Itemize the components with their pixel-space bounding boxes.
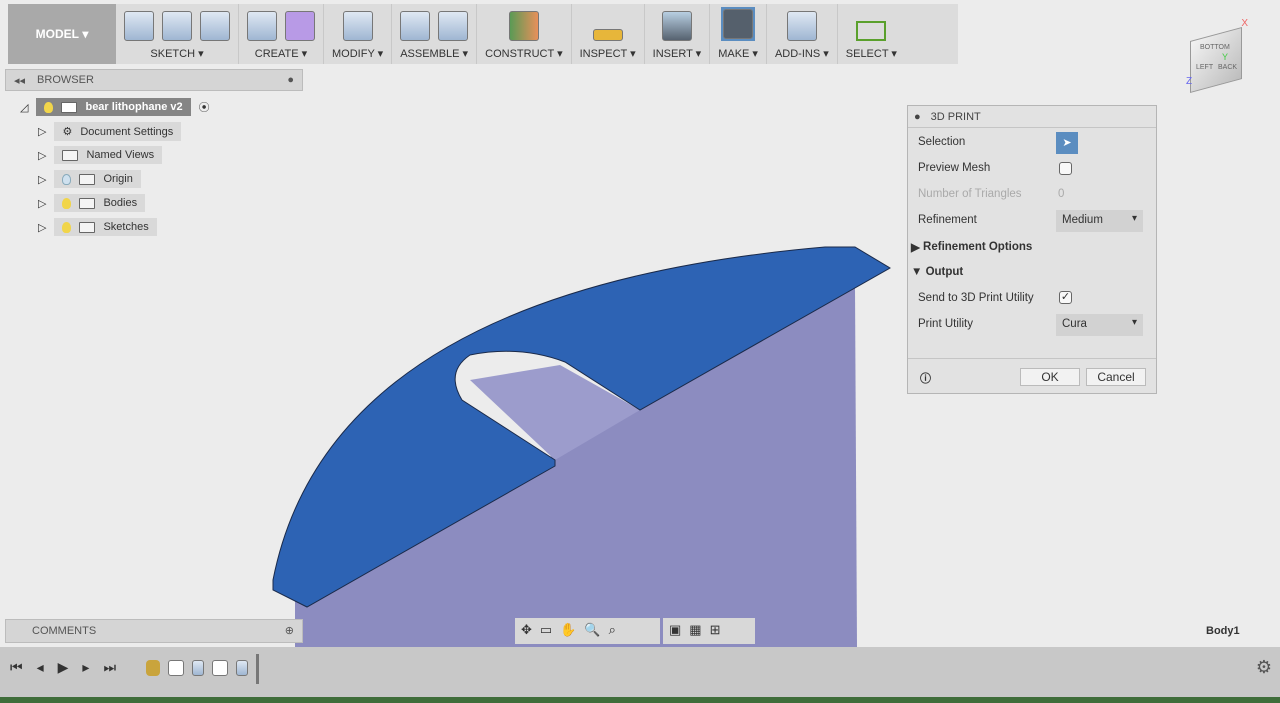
fit-icon[interactable]: ⌕: [609, 622, 616, 640]
viewports-icon[interactable]: ⊞: [710, 622, 721, 640]
look-at-icon[interactable]: ▭: [540, 622, 552, 640]
toolbar-inspect[interactable]: INSPECT ▾: [572, 4, 645, 64]
browser-item-named-views[interactable]: ▷ Named Views: [38, 146, 163, 164]
browser-item-bodies[interactable]: ▷ Bodies: [38, 194, 146, 212]
add-comment-icon[interactable]: ⊕: [285, 624, 294, 637]
toolbar: MODEL ▾ SKETCH ▾ CREATE ▾ MODIFY ▾ ASSEM…: [8, 4, 958, 64]
3d-print-dialog: ● 3D PRINT Selection ➤ Preview Mesh Numbe…: [907, 105, 1157, 394]
scripts-icon[interactable]: [786, 11, 817, 41]
timeline: ⏮ ◂ ▶ ▸ ⏭ ⚙: [0, 647, 1280, 697]
print-utility-dropdown[interactable]: Cura: [1056, 314, 1143, 336]
visibility-bulb-icon[interactable]: [62, 197, 72, 209]
joint-icon[interactable]: [438, 11, 469, 41]
toolbar-select[interactable]: SELECT ▾: [838, 4, 905, 64]
minimize-icon[interactable]: ●: [287, 74, 294, 86]
expand-icon[interactable]: ◿: [20, 101, 28, 114]
visibility-bulb-icon[interactable]: [44, 101, 54, 113]
grid-icon[interactable]: ▦: [689, 622, 701, 640]
expand-icon[interactable]: ▷: [38, 125, 46, 138]
toolbar-make[interactable]: MAKE ▾: [710, 4, 767, 64]
toolbar-add-ins[interactable]: ADD-INS ▾: [767, 4, 838, 64]
activate-radio-icon[interactable]: ⦿: [199, 99, 210, 115]
plane-icon[interactable]: [508, 11, 539, 41]
navigation-bar: ✥ ▭ ✋ 🔍 ⌕ ▣ ▦ ⊞: [515, 618, 760, 644]
send-to-utility-checkbox[interactable]: ✓: [1059, 291, 1072, 304]
cancel-button[interactable]: Cancel: [1086, 368, 1146, 386]
measure-icon[interactable]: [592, 29, 623, 41]
new-component-icon[interactable]: [400, 11, 431, 41]
display-settings-icon[interactable]: ▣: [669, 622, 681, 640]
sketch-create-icon[interactable]: [124, 11, 154, 41]
component-icon: [61, 101, 78, 113]
toolbar-construct[interactable]: CONSTRUCT ▾: [477, 4, 572, 64]
pan-icon[interactable]: ✋: [560, 622, 576, 640]
collapse-dialog-icon[interactable]: ●: [914, 111, 921, 123]
go-to-end-icon[interactable]: ⏭: [103, 659, 116, 676]
browser-item-origin[interactable]: ▷ Origin: [38, 170, 141, 188]
refinement-options-toggle[interactable]: ▶ Refinement Options: [911, 240, 1032, 254]
expand-icon: ▶: [911, 242, 924, 254]
gear-icon: ⚙: [62, 126, 73, 138]
press-pull-icon[interactable]: [342, 11, 373, 41]
gear-icon[interactable]: ⚙: [1256, 657, 1272, 678]
orbit-icon[interactable]: ✥: [521, 622, 532, 640]
expand-icon[interactable]: ▷: [38, 149, 46, 162]
view-cube[interactable]: BOTTOM LEFT BACK X Y Z: [1186, 18, 1248, 93]
browser-item-sketches[interactable]: ▷ Sketches: [38, 218, 157, 236]
expand-icon[interactable]: ▷: [38, 173, 46, 186]
collapse-icon[interactable]: ◂◂: [14, 74, 25, 87]
select-icon[interactable]: [856, 21, 887, 41]
timeline-marker[interactable]: [256, 654, 259, 684]
workspace-switcher[interactable]: MODEL ▾: [8, 4, 116, 64]
selected-body-label: Body1: [1206, 625, 1240, 637]
timeline-component-icon[interactable]: [146, 660, 160, 676]
info-icon[interactable]: ⓘ: [920, 370, 931, 386]
timeline-extrude-icon[interactable]: [236, 660, 248, 676]
output-toggle[interactable]: ▼ Output: [911, 266, 963, 278]
toolbar-assemble[interactable]: ASSEMBLE ▾: [392, 4, 478, 64]
step-forward-icon[interactable]: ▸: [82, 659, 89, 676]
timeline-sketch-icon[interactable]: [168, 660, 184, 676]
visibility-bulb-icon[interactable]: [62, 173, 72, 185]
arc-icon[interactable]: [162, 11, 192, 41]
browser-item-document-settings[interactable]: ▷ ⚙ Document Settings: [38, 122, 182, 141]
refinement-dropdown[interactable]: Medium: [1056, 210, 1143, 232]
toolbar-insert[interactable]: INSERT ▾: [645, 4, 711, 64]
play-icon[interactable]: ▶: [58, 659, 69, 676]
step-back-icon[interactable]: ◂: [37, 659, 44, 676]
browser-panel-header[interactable]: ◂◂ BROWSER ●: [5, 69, 303, 91]
form-icon[interactable]: [285, 11, 315, 41]
rectangle-icon[interactable]: [200, 11, 230, 41]
timeline-sketch-icon[interactable]: [212, 660, 228, 676]
expand-icon[interactable]: ▷: [38, 221, 46, 234]
preview-mesh-checkbox[interactable]: [1059, 162, 1072, 175]
toolbar-sketch[interactable]: SKETCH ▾: [116, 4, 239, 64]
zoom-icon[interactable]: 🔍: [584, 622, 600, 640]
selection-button[interactable]: ➤: [1056, 132, 1078, 154]
visibility-bulb-icon[interactable]: [62, 221, 72, 233]
cursor-icon: ➤: [1062, 137, 1072, 149]
folder-icon: [79, 221, 96, 233]
3d-print-icon[interactable]: [723, 9, 754, 39]
browser-root[interactable]: ◿ bear lithophane v2 ⦿: [20, 98, 210, 116]
toolbar-create[interactable]: CREATE ▾: [239, 4, 324, 64]
ok-button[interactable]: OK: [1020, 368, 1080, 386]
collapse-icon: ▼: [911, 266, 926, 278]
expand-icon[interactable]: ▷: [38, 197, 46, 210]
extrude-icon[interactable]: [247, 11, 277, 41]
go-to-start-icon[interactable]: ⏮: [10, 659, 23, 676]
folder-icon: [62, 149, 79, 161]
insert-image-icon[interactable]: [661, 11, 692, 41]
comments-panel-header[interactable]: COMMENTS ⊕: [5, 619, 303, 643]
toolbar-modify[interactable]: MODIFY ▾: [324, 4, 393, 64]
folder-icon: [79, 173, 96, 185]
folder-icon: [79, 197, 96, 209]
timeline-extrude-icon[interactable]: [192, 660, 204, 676]
